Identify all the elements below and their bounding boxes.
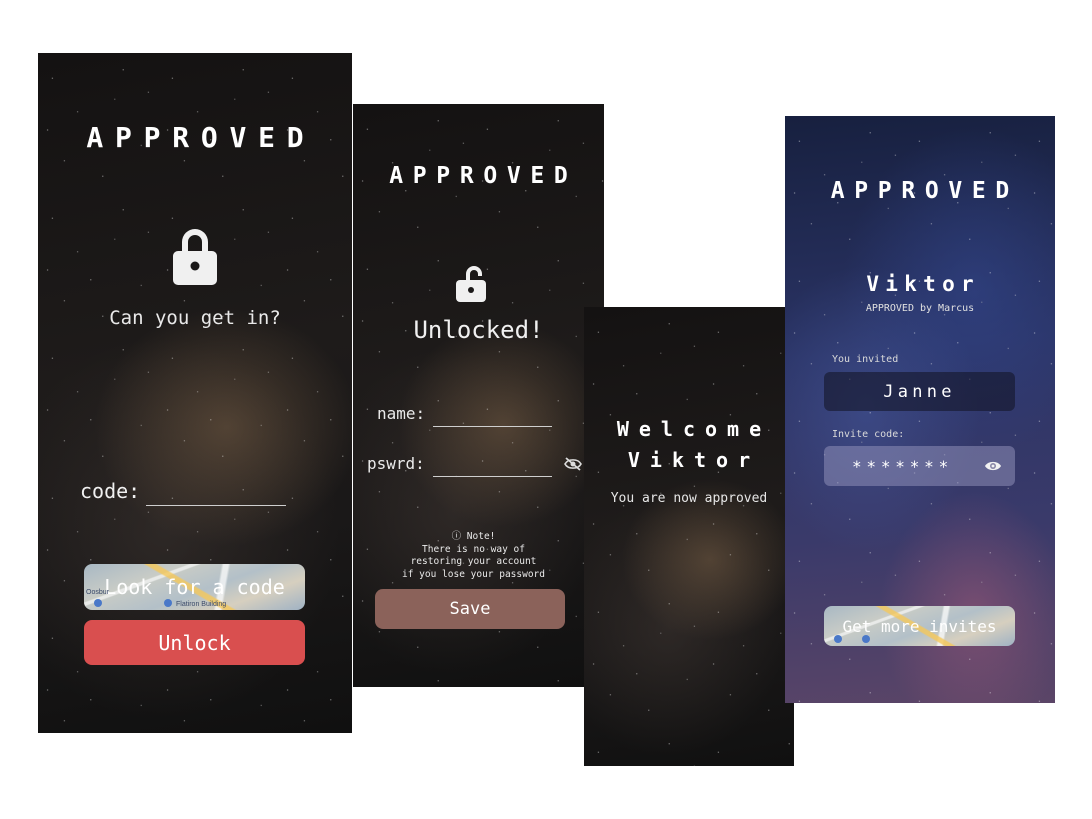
invited-user-field: Janne (824, 372, 1015, 411)
invited-label: You invited (832, 354, 899, 365)
approved-by: APPROVED by Marcus (865, 303, 975, 314)
invite-code-label: Invite code: (832, 429, 905, 440)
map-label: Flatiron Building (176, 601, 227, 608)
app-title: APPROVED (389, 163, 578, 189)
eye-icon[interactable] (984, 459, 1002, 473)
unlock-button[interactable]: Unlock (84, 620, 305, 665)
map-pin-icon (834, 635, 842, 643)
note-line: restoring your account (410, 556, 537, 567)
name-input[interactable] (433, 406, 552, 427)
get-more-invites-button[interactable]: Get more invites (824, 606, 1015, 646)
invited-user-value: Janne (883, 381, 956, 402)
password-input[interactable] (433, 456, 552, 477)
note-block: ⓘ Note! There is no way of restoring you… (353, 531, 594, 581)
code-input[interactable] (146, 483, 286, 506)
screen-unlocked: APPROVED Unlocked! name: pswrd: ⓘ Note! … (353, 104, 604, 687)
welcome-text: Welcome (616, 417, 772, 441)
unlock-label: Unlock (158, 630, 231, 655)
lock-icon (173, 229, 217, 285)
map-pin-icon (862, 635, 870, 643)
eye-off-icon[interactable] (564, 457, 582, 471)
name-label: name: (377, 404, 426, 423)
user-name: Viktor (627, 448, 761, 472)
screen-locked: APPROVED Can you get in? code: Look for … (38, 53, 352, 733)
password-label: pswrd: (367, 454, 425, 473)
user-name: Viktor (866, 272, 980, 296)
app-title: APPROVED (830, 178, 1019, 204)
map-pin-icon (94, 599, 102, 607)
unlocked-title: Unlocked! (413, 316, 544, 344)
save-button[interactable]: Save (375, 589, 565, 629)
map-label: Oosbur (86, 589, 109, 596)
screen-profile: APPROVED Viktor APPROVED by Marcus You i… (785, 116, 1055, 703)
note-line: There is no way of (422, 543, 525, 555)
look-for-code-button[interactable]: Look for a code Oosbur Flatiron Building (84, 564, 305, 610)
app-title: APPROVED (86, 121, 316, 154)
prompt-text: Can you get in? (109, 307, 281, 329)
screen-welcome: Welcome Viktor You are now approved (584, 307, 794, 766)
unlock-icon (456, 266, 486, 302)
code-label: code: (80, 479, 141, 503)
approved-status: You are now approved (610, 491, 768, 506)
map-pin-icon (164, 599, 172, 607)
look-for-code-label: Look for a code (104, 575, 285, 599)
note-title: ⓘ Note! (451, 531, 496, 542)
save-label: Save (449, 599, 491, 619)
invite-code-field[interactable]: ******* (824, 446, 1015, 486)
invite-code-value: ******* (852, 457, 954, 476)
get-more-invites-label: Get more invites (842, 616, 997, 636)
note-line: if you lose your password (402, 568, 545, 580)
